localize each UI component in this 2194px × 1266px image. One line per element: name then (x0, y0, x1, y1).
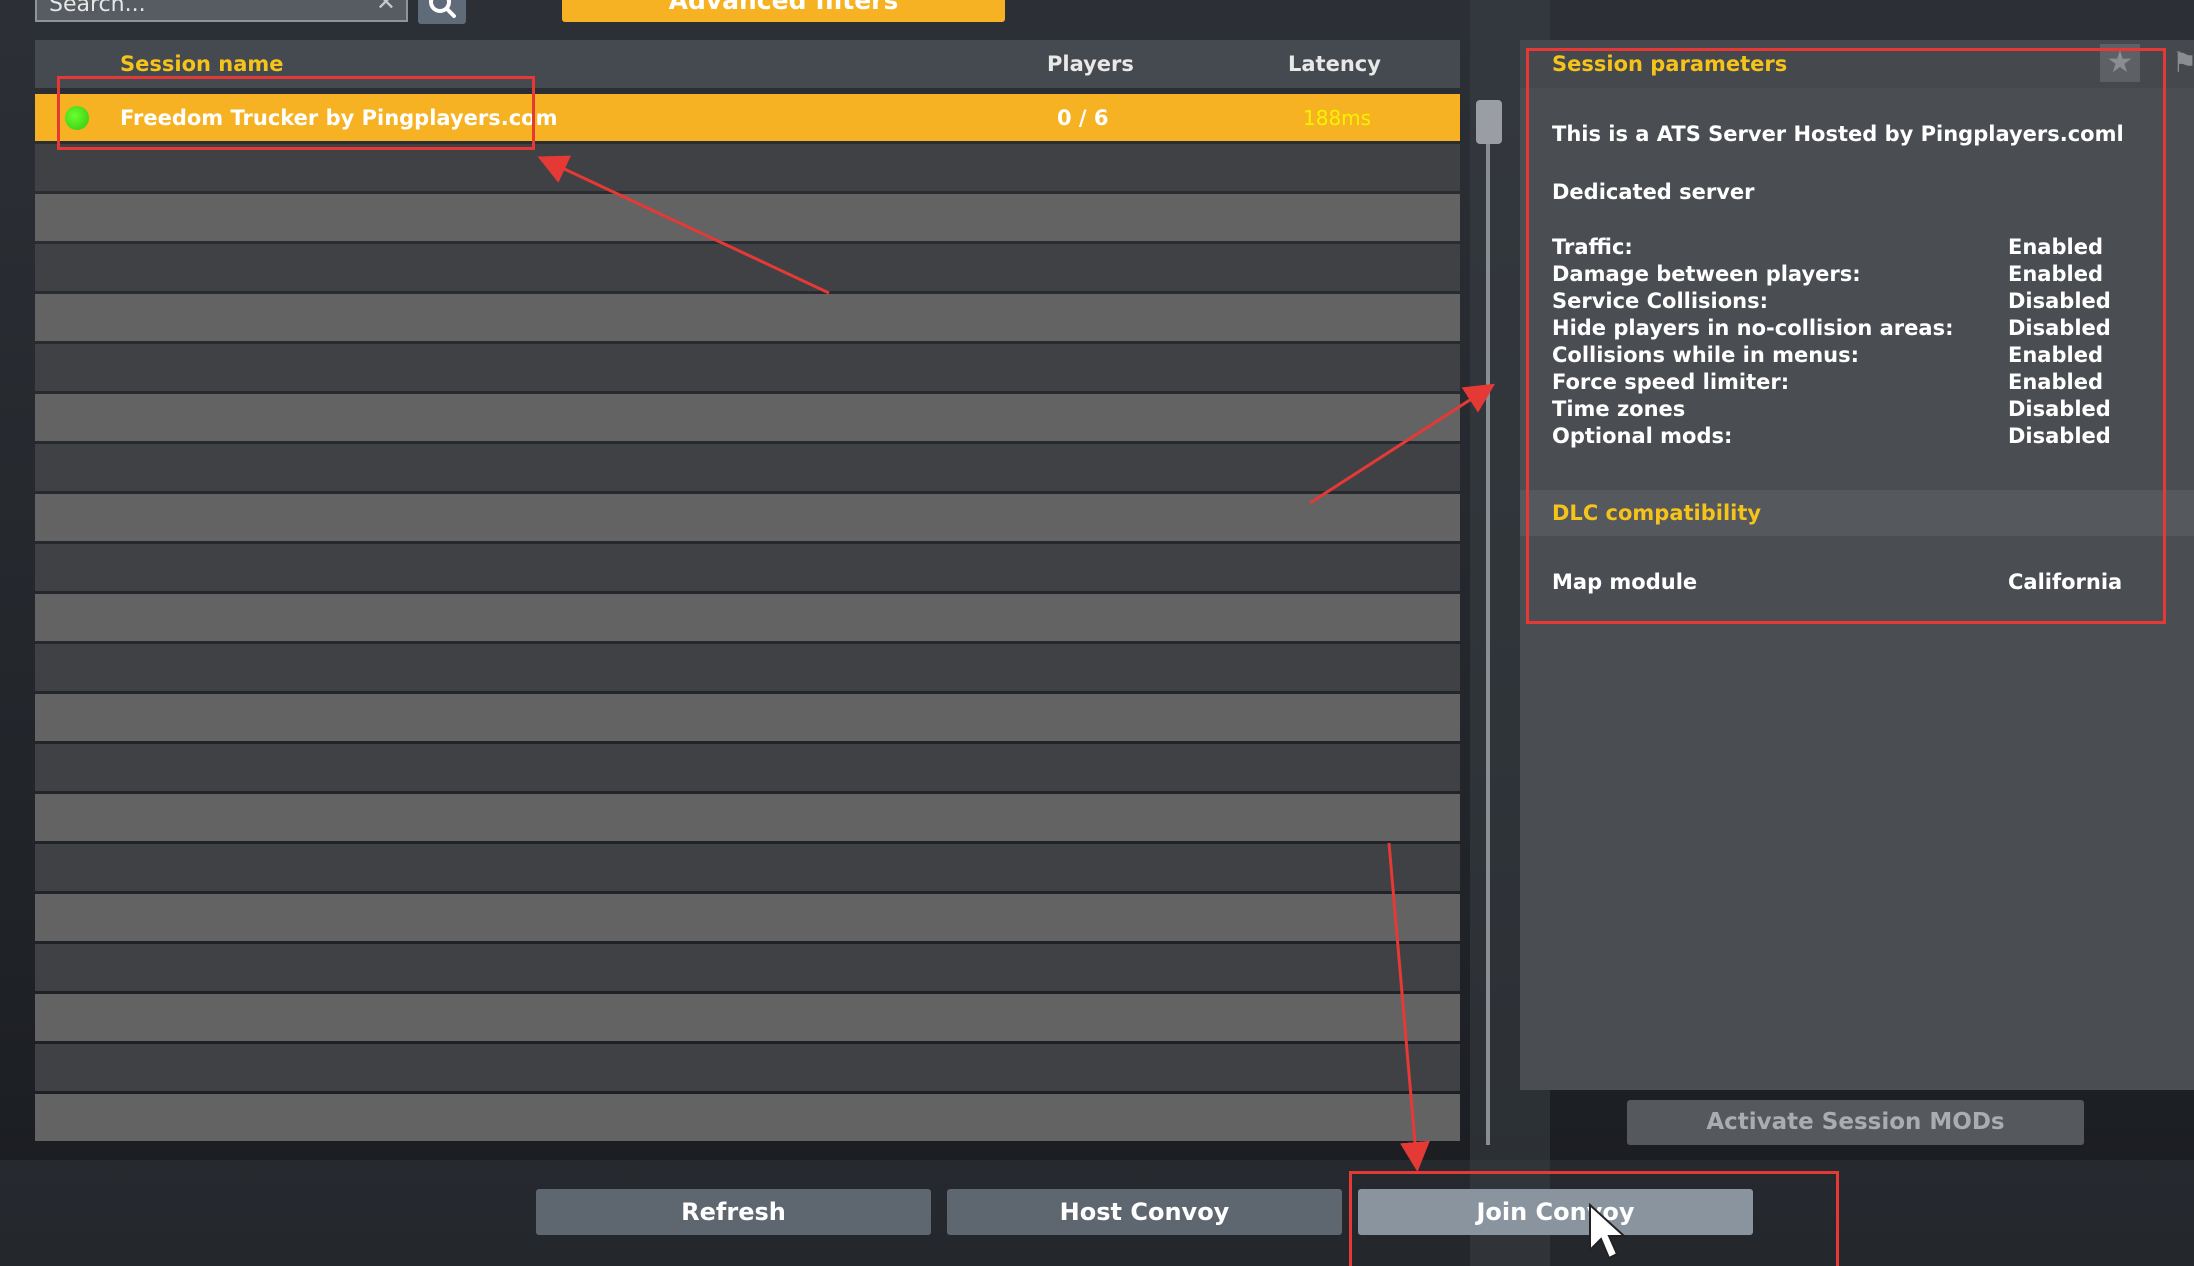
annotation-box-session (57, 76, 535, 150)
annotation-box-join (1349, 1171, 1839, 1266)
annotation-arrow (537, 155, 830, 295)
annotation-box-parameters (1526, 48, 2166, 624)
annotation-arrow (1309, 383, 1496, 505)
annotation-arrow (1387, 842, 1430, 1172)
